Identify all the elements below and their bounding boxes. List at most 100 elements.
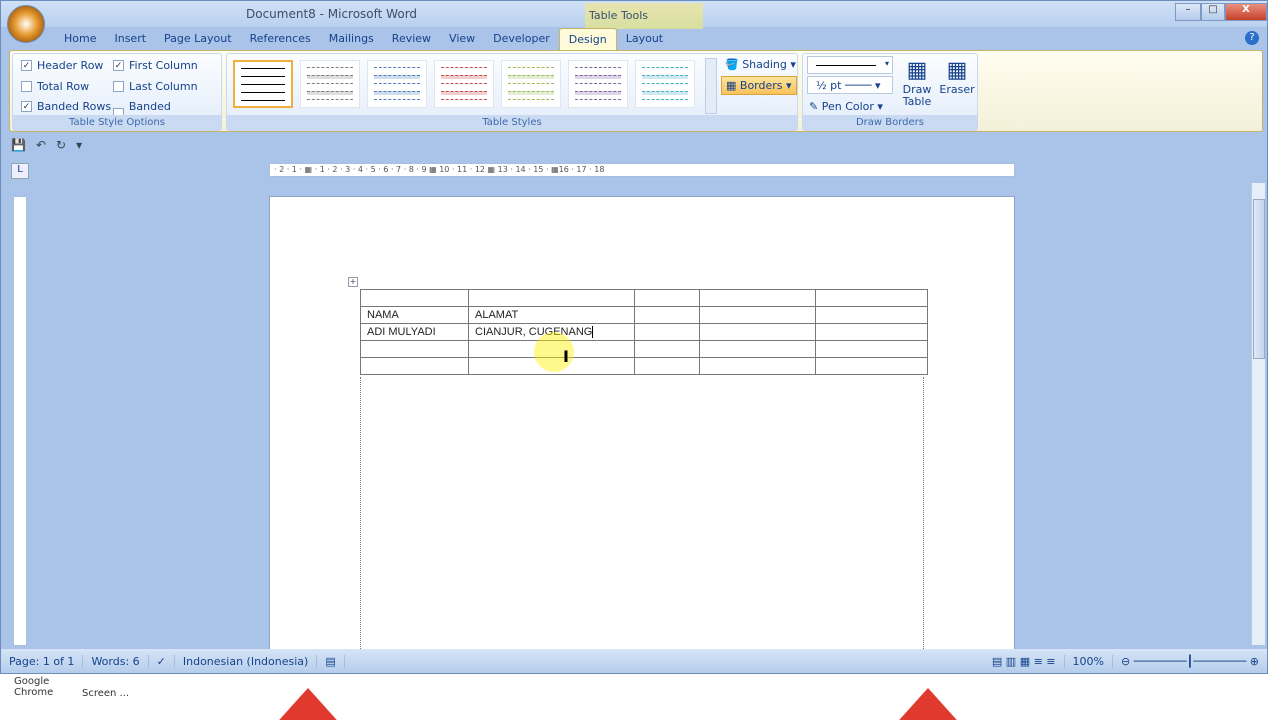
tab-insert[interactable]: Insert xyxy=(105,28,155,50)
close-button[interactable]: X xyxy=(1225,3,1267,21)
paint-bucket-icon: 🪣 xyxy=(725,58,739,71)
table-cell[interactable] xyxy=(634,340,700,358)
borders-button[interactable]: ▦ Borders ▾ xyxy=(721,76,797,95)
tab-design[interactable]: Design xyxy=(558,28,617,50)
tab-stop-selector[interactable]: L xyxy=(11,163,29,179)
undo-icon[interactable]: ↶ xyxy=(36,138,46,152)
label: Total Row xyxy=(37,80,90,93)
last-column-checkbox[interactable]: Last Column xyxy=(113,80,198,93)
table-cell[interactable] xyxy=(699,340,816,358)
tab-view[interactable]: View xyxy=(440,28,484,50)
table-cell[interactable]: NAMA xyxy=(360,306,469,324)
eraser-button[interactable]: ▦ Eraser xyxy=(939,58,975,96)
label: Eraser xyxy=(939,83,975,96)
table-cell[interactable] xyxy=(815,306,928,324)
table-cell[interactable] xyxy=(815,357,928,375)
table-cell[interactable] xyxy=(699,323,816,341)
pen-color-button[interactable]: ✎ Pen Color ▾ xyxy=(809,100,883,113)
zoom-slider[interactable]: ⊖ ────────┃──────── ⊕ xyxy=(1113,655,1267,668)
desktop: Google Chrome Screen ... xyxy=(0,674,1280,720)
cell-text: NAMA xyxy=(367,309,399,321)
quick-access-toolbar: 💾 ↶ ↻ ▾ xyxy=(11,138,82,152)
first-column-checkbox[interactable]: ✓ First Column xyxy=(113,59,198,72)
check-icon: ✓ xyxy=(21,60,32,71)
scroll-thumb[interactable] xyxy=(1253,199,1265,359)
label: Pen Color xyxy=(821,100,874,113)
tab-home[interactable]: Home xyxy=(55,28,105,50)
maximize-button[interactable]: □ xyxy=(1201,3,1225,21)
vertical-ruler[interactable] xyxy=(13,196,27,646)
redo-icon[interactable]: ↻ xyxy=(56,138,66,152)
label: Banded Rows xyxy=(37,100,112,113)
office-button[interactable] xyxy=(7,5,45,43)
tab-page-layout[interactable]: Page Layout xyxy=(155,28,241,50)
group-label: Table Style Options xyxy=(13,115,221,130)
label: Borders xyxy=(739,79,783,92)
table-cell[interactable] xyxy=(468,289,635,307)
page-count[interactable]: Page: 1 of 1 xyxy=(1,654,84,668)
text-cursor-icon: I xyxy=(563,347,569,366)
table-style-swatch[interactable] xyxy=(635,60,695,108)
table-style-swatch[interactable] xyxy=(233,60,293,108)
help-icon[interactable]: ? xyxy=(1245,31,1259,45)
group-label: Draw Borders xyxy=(803,115,977,130)
shading-button[interactable]: 🪣 Shading ▾ xyxy=(725,58,796,71)
table-cell[interactable] xyxy=(360,289,469,307)
view-buttons[interactable]: ▤ ▥ ▦ ≡ ≡ xyxy=(984,654,1065,668)
table-cell[interactable] xyxy=(634,306,700,324)
label: First Column xyxy=(129,59,198,72)
table-cell[interactable] xyxy=(815,323,928,341)
table-style-swatch[interactable] xyxy=(367,60,427,108)
minimize-button[interactable]: – xyxy=(1175,3,1201,21)
word-count[interactable]: Words: 6 xyxy=(83,654,149,668)
label: Shading xyxy=(742,58,787,71)
table-style-swatch[interactable] xyxy=(501,60,561,108)
tab-mailings[interactable]: Mailings xyxy=(320,28,383,50)
table-move-handle-icon[interactable]: + xyxy=(348,277,358,287)
tab-references[interactable]: References xyxy=(241,28,320,50)
group-label: Table Styles xyxy=(227,115,797,130)
line-weight-dropdown[interactable]: ½ pt ──── ▾ xyxy=(807,76,893,94)
save-icon[interactable]: 💾 xyxy=(11,138,26,152)
horizontal-ruler[interactable]: · 2 · 1 · ▦ · 1 · 2 · 3 · 4 · 5 · 6 · 7 … xyxy=(269,163,1015,177)
gridline xyxy=(923,377,924,657)
status-bar: Page: 1 of 1 Words: 6 ✓ Indonesian (Indo… xyxy=(1,649,1267,673)
desktop-icon-screen[interactable]: Screen ... xyxy=(82,688,129,699)
check-icon: ✓ xyxy=(113,60,124,71)
zoom-level[interactable]: 100% xyxy=(1065,654,1113,668)
header-row-checkbox[interactable]: ✓ Header Row xyxy=(21,59,103,72)
tab-layout[interactable]: Layout xyxy=(617,28,672,50)
tab-developer[interactable]: Developer xyxy=(484,28,559,50)
tab-review[interactable]: Review xyxy=(383,28,440,50)
table-cell[interactable] xyxy=(699,306,816,324)
table-cell[interactable] xyxy=(360,340,469,358)
customize-icon[interactable]: ▾ xyxy=(76,138,82,152)
language[interactable]: Indonesian (Indonesia) xyxy=(175,654,318,668)
table-cell[interactable] xyxy=(815,289,928,307)
document-table[interactable]: NAMA ALAMAT ADI MULYADI CIANJUR, CUGENANG xyxy=(360,289,928,375)
proofing-icon[interactable]: ✓ xyxy=(149,654,175,668)
table-cell[interactable]: ALAMAT xyxy=(468,306,635,324)
gallery-scroll[interactable] xyxy=(705,58,717,114)
table-cell[interactable] xyxy=(699,289,816,307)
table-cell[interactable] xyxy=(634,357,700,375)
table-cell[interactable] xyxy=(815,340,928,358)
vertical-scrollbar[interactable] xyxy=(1251,183,1265,645)
table-cell[interactable] xyxy=(360,357,469,375)
eraser-icon: ▦ xyxy=(946,58,968,83)
desktop-icon-chrome[interactable]: Google Chrome xyxy=(14,676,74,698)
table-cell[interactable]: ADI MULYADI xyxy=(360,323,469,341)
table-style-swatch[interactable] xyxy=(568,60,628,108)
table-cell[interactable] xyxy=(634,323,700,341)
document-page[interactable]: + NAMA ALAMAT ADI MULYADI CIANJUR, CUGENANG… xyxy=(269,196,1015,657)
table-style-swatch[interactable] xyxy=(434,60,494,108)
word-window: Document8 - Microsoft Word Table Tools –… xyxy=(0,0,1268,674)
table-style-swatch[interactable] xyxy=(300,60,360,108)
banded-rows-checkbox[interactable]: ✓ Banded Rows xyxy=(21,100,111,113)
table-cell[interactable] xyxy=(699,357,816,375)
line-style-dropdown[interactable]: ▾ xyxy=(807,56,893,74)
total-row-checkbox[interactable]: Total Row xyxy=(21,80,89,93)
draw-table-button[interactable]: ▦ Draw Table xyxy=(899,58,935,108)
macro-icon[interactable]: ▤ xyxy=(317,654,345,668)
table-cell[interactable] xyxy=(634,289,700,307)
